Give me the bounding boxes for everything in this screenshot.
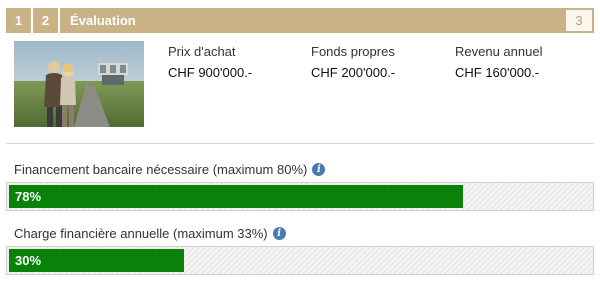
equity-value: CHF 200'000.- — [311, 65, 396, 80]
charge-title: Charge financière annuelle (maximum 33%)… — [14, 226, 286, 241]
purchase-price-value: CHF 900'000.- — [168, 65, 253, 80]
equity-label: Fonds propres — [311, 44, 395, 59]
step-1[interactable]: 1 — [6, 8, 31, 33]
financing-title-text: Financement bancaire nécessaire (maximum… — [14, 162, 308, 177]
step-evaluation-active: Évaluation — [60, 8, 564, 33]
section-divider — [6, 143, 594, 144]
info-icon[interactable]: i — [312, 163, 326, 176]
charge-gauge: 30% — [6, 246, 594, 275]
couple-house-photo — [14, 41, 144, 127]
purchase-price-label: Prix d'achat — [168, 44, 236, 59]
financing-title: Financement bancaire nécessaire (maximum… — [14, 162, 326, 177]
financing-gauge-value: 78% — [15, 189, 42, 204]
annual-income-value: CHF 160'000.- — [455, 65, 540, 80]
step-2[interactable]: 2 — [33, 8, 58, 33]
info-icon[interactable]: i — [272, 227, 286, 240]
purchase-price-block: Prix d'achat CHF 900'000.- — [168, 44, 252, 80]
equity-block: Fonds propres CHF 200'000.- — [311, 44, 395, 80]
step-3[interactable]: 3 — [564, 8, 594, 33]
financing-gauge-fill — [9, 185, 463, 208]
annual-income-label: Revenu annuel — [455, 44, 543, 59]
annual-income-block: Revenu annuel CHF 160'000.- — [455, 44, 542, 80]
charge-gauge-value: 30% — [15, 253, 42, 268]
financing-gauge: 78% — [6, 182, 594, 211]
charge-title-text: Charge financière annuelle (maximum 33%) — [14, 226, 268, 241]
step-progress-bar: 1 2 Évaluation 3 — [6, 8, 594, 33]
